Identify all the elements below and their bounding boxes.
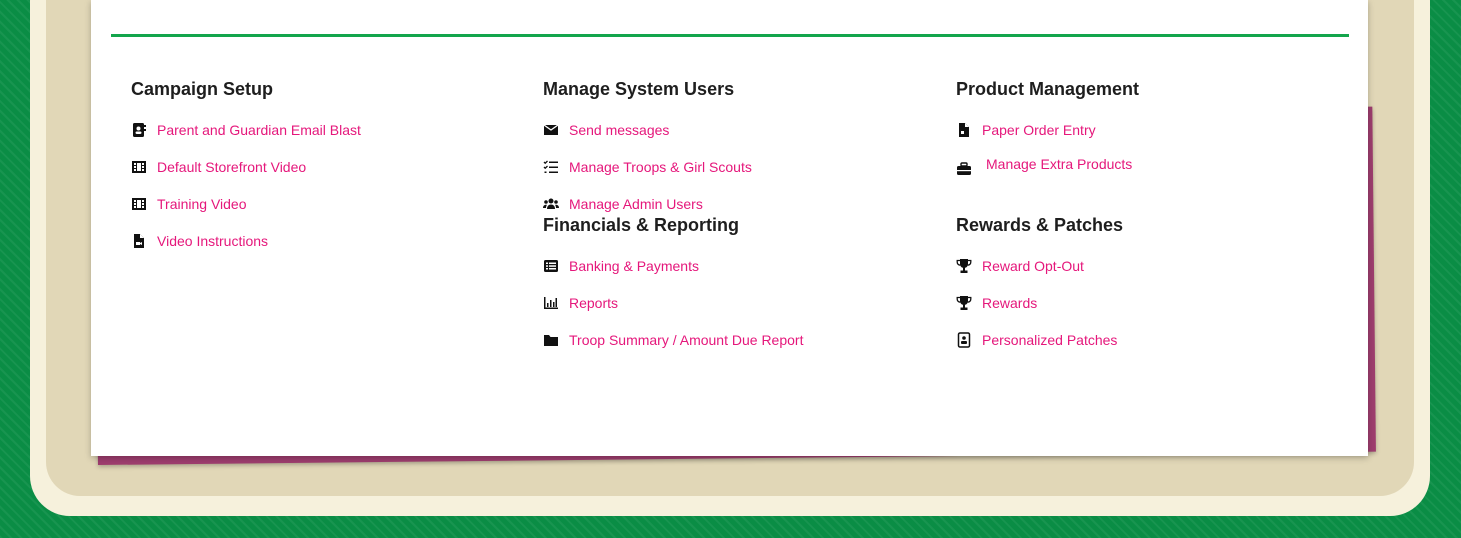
column-campaign: Campaign Setup Parent and Guardian Email… (131, 78, 511, 251)
link-label: Manage Admin Users (569, 196, 703, 212)
link-label: Paper Order Entry (982, 122, 1096, 138)
video-file-icon (131, 233, 147, 249)
film-icon (131, 196, 147, 212)
checklist-icon (543, 159, 559, 175)
list-box-icon (543, 258, 559, 274)
column-users-financials: Manage System Users Send messages Manage… (543, 78, 923, 350)
link-label: Rewards (982, 295, 1038, 311)
link-rewards[interactable]: Rewards (956, 293, 1336, 313)
link-label: Banking & Payments (569, 258, 699, 274)
link-label: Video Instructions (157, 233, 269, 249)
admin-menu-panel: Campaign Setup Parent and Guardian Email… (91, 0, 1368, 456)
section-title-campaign-setup: Campaign Setup (131, 79, 274, 99)
link-manage-troops-girl-scouts[interactable]: Manage Troops & Girl Scouts (543, 157, 923, 177)
link-manage-extra-products[interactable]: Manage Extra Products (956, 154, 1336, 177)
link-label: Training Video (157, 196, 247, 212)
link-manage-admin-users[interactable]: Manage Admin Users (543, 194, 923, 214)
link-video-instructions[interactable]: Video Instructions (131, 231, 511, 251)
section-title-product-management: Product Management (956, 79, 1140, 99)
trophy-icon (956, 295, 972, 311)
link-label: Troop Summary / Amount Due Report (569, 332, 804, 348)
link-label: Reward Opt-Out (982, 258, 1084, 274)
link-parent-guardian-email-blast[interactable]: Parent and Guardian Email Blast (131, 120, 511, 140)
link-label: Personalized Patches (982, 332, 1118, 348)
link-banking-payments[interactable]: Banking & Payments (543, 256, 923, 276)
link-personalized-patches[interactable]: Personalized Patches (956, 330, 1336, 350)
envelope-icon (543, 122, 559, 138)
section-title-financials-reporting: Financials & Reporting (543, 215, 740, 235)
link-label: Manage Troops & Girl Scouts (569, 159, 752, 175)
link-label: Default Storefront Video (157, 159, 307, 175)
link-label: Parent and Guardian Email Blast (157, 122, 361, 138)
link-label: Reports (569, 295, 619, 311)
link-troop-summary-amount-due-report[interactable]: Troop Summary / Amount Due Report (543, 330, 923, 350)
header-divider (111, 34, 1349, 37)
link-send-messages[interactable]: Send messages (543, 120, 923, 140)
users-icon (543, 196, 559, 212)
link-label: Send messages (569, 122, 670, 138)
folder-icon (543, 332, 559, 348)
link-label: Manage Extra Products (986, 156, 1133, 172)
contact-card-icon (131, 122, 147, 138)
film-icon (131, 159, 147, 175)
briefcase-icon (956, 161, 972, 177)
link-training-video[interactable]: Training Video (131, 194, 511, 214)
column-products-rewards: Product Management Paper Order Entry Man… (956, 78, 1336, 350)
id-badge-icon (956, 332, 972, 348)
section-title-manage-system-users: Manage System Users (543, 79, 735, 99)
link-reward-opt-out[interactable]: Reward Opt-Out (956, 256, 1336, 276)
trophy-icon (956, 258, 972, 274)
file-icon (956, 122, 972, 138)
link-reports[interactable]: Reports (543, 293, 923, 313)
link-default-storefront-video[interactable]: Default Storefront Video (131, 157, 511, 177)
section-title-rewards-patches: Rewards & Patches (956, 215, 1124, 235)
link-paper-order-entry[interactable]: Paper Order Entry (956, 120, 1336, 140)
bar-chart-icon (543, 295, 559, 311)
